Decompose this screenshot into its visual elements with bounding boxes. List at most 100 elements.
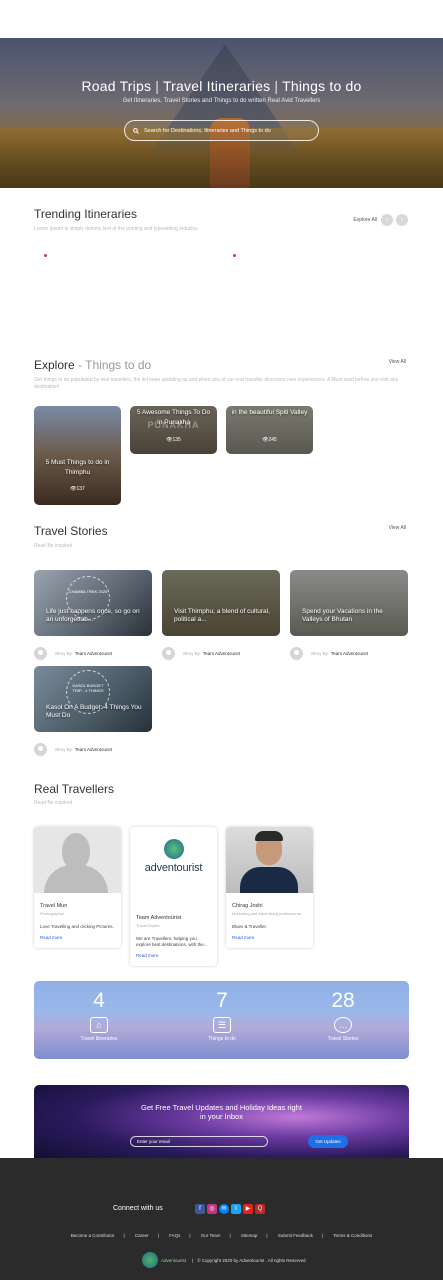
footer-link[interactable]: Our Team: [201, 1233, 221, 1238]
story-author-2: Story By Team Adventourist: [162, 647, 240, 660]
footer-link[interactable]: Sitemap: [241, 1233, 258, 1238]
traveller-card-3[interactable]: Chirag Joshi Marketing and Advertising p…: [226, 827, 313, 948]
explore-card-views: 👁137: [70, 486, 85, 492]
explore-card-views: 👁245: [262, 437, 277, 443]
connect-label: Connect with us: [113, 1205, 163, 1212]
story-card-title: Kasol On A Budget: 4 Things You Must Do: [46, 704, 142, 719]
globe-icon: [163, 839, 184, 859]
hero-title: Road Trips | Travel Itineraries | Things…: [81, 78, 362, 94]
messenger-icon[interactable]: ✉: [219, 1204, 229, 1214]
instagram-icon[interactable]: ◎: [207, 1204, 217, 1214]
stat-label: Travel Itineraries: [80, 1036, 118, 1042]
trending-loader-dot: [44, 254, 47, 257]
story-author-name[interactable]: Team Adventourist: [331, 651, 368, 656]
map-icon: ⌂: [90, 1017, 108, 1033]
newsletter-email-input[interactable]: [130, 1136, 268, 1147]
avatar: [34, 743, 47, 756]
quora-icon[interactable]: Q: [255, 1204, 265, 1214]
traveller-role: Travel Expert: [136, 923, 160, 928]
twitter-icon[interactable]: t: [231, 1204, 241, 1214]
footer-link[interactable]: Career: [135, 1233, 149, 1238]
trending-prev-button[interactable]: ‹: [381, 214, 393, 226]
stories-view-all-link[interactable]: View All: [389, 525, 406, 531]
youtube-icon[interactable]: ▶: [243, 1204, 253, 1214]
read-more-link[interactable]: Read more: [136, 953, 211, 958]
facebook-icon[interactable]: f: [195, 1204, 205, 1214]
travellers-subtitle: Read Be inspired: [34, 800, 73, 806]
explore-view-all-link[interactable]: View All: [389, 359, 406, 365]
footer-link[interactable]: Become a Contributor: [71, 1233, 115, 1238]
traveller-card-2[interactable]: adventourist Team Adventourist Travel Ex…: [130, 827, 217, 966]
story-card-3[interactable]: Spend your Vacations in the Valleys of B…: [290, 570, 408, 636]
company-logo: adventourist: [130, 839, 217, 905]
explore-card-thimphu[interactable]: 5 Must Things to do in Thimphu 👁137: [34, 406, 121, 505]
get-updates-button[interactable]: Get Updates: [308, 1135, 348, 1148]
story-card-title: Spend your Vacations in the Valleys of B…: [302, 608, 383, 623]
explore-card-punakha[interactable]: 5 Awesome Things To Do In Punakha PUNAKH…: [130, 406, 217, 454]
trending-next-button[interactable]: ›: [396, 214, 408, 226]
brand-name: Adventourist: [161, 1257, 187, 1263]
stat-itineraries[interactable]: 4 ⌂ Travel Itineraries: [54, 989, 144, 1042]
copyright: Adventourist | © Copyright 2020 by Adven…: [142, 1252, 306, 1268]
explore-title-accent: - Things to do: [78, 358, 152, 372]
avatar: [226, 827, 313, 893]
stat-label: Travel Stories: [327, 1036, 359, 1042]
story-card-4[interactable]: KASOL BUDGET TRIP - 4 THINGS Kasol On A …: [34, 666, 152, 732]
traveller-name: Chirag Joshi: [232, 903, 263, 909]
stats-banner: 4 ⌂ Travel Itineraries 7 ☰ Things to do …: [34, 981, 409, 1059]
story-author-name[interactable]: Team Adventourist: [75, 747, 112, 752]
traveller-bio: Love Travelling and clicking Pictures.: [40, 924, 114, 929]
brand-logo-icon[interactable]: [142, 1252, 158, 1268]
explore-card-overlay-text: PUNAKHA: [147, 420, 200, 430]
travellers-title: Real Travellers: [34, 782, 115, 796]
footer: Connect with us f ◎ ✉ t ▶ Q Become a Con…: [0, 1158, 443, 1280]
traveller-bio: Blues & Traveller.: [232, 924, 268, 929]
story-author-1: Story By Team Adventourist: [34, 647, 112, 660]
footer-link[interactable]: Submit Feedback: [278, 1233, 313, 1238]
search-icon: [133, 127, 139, 134]
footer-links: Become a Contributor | Career | FAQs | Our …: [70, 1233, 373, 1238]
stories-subtitle: Read Be inspired: [34, 543, 73, 549]
footer-link[interactable]: FAQs: [169, 1233, 180, 1238]
avatar: [34, 647, 47, 660]
traveller-card-1[interactable]: Travel Mun Photographer Love Travelling …: [34, 827, 121, 948]
explore-title: Explore - Things to do: [34, 358, 151, 372]
traveller-role: Marketing and Advertising professional: [232, 911, 301, 916]
trending-subtitle: Lorem Ipsum is simply dummy text of the …: [34, 226, 198, 232]
newsletter-banner: Get Free Travel Updates and Holiday Idea…: [34, 1085, 409, 1165]
hero-search-input[interactable]: [144, 127, 304, 134]
explore-card-title: 5 Must Things to do in Thimphu: [45, 459, 110, 476]
hero-title-itineraries[interactable]: Travel Itineraries: [163, 78, 270, 94]
checklist-icon: ☰: [213, 1017, 231, 1033]
copyright-text: © Copyright 2020 by Adventourist . All r…: [197, 1257, 306, 1263]
trending-loader-dot: [233, 254, 236, 257]
story-author-name[interactable]: Team Adventourist: [75, 651, 112, 656]
footer-link[interactable]: Terms & Conditions: [333, 1233, 372, 1238]
story-card-2[interactable]: Visit Thimphu, a blend of cultural, poli…: [162, 570, 280, 636]
stat-stories[interactable]: 28 … Travel Stories: [298, 989, 388, 1042]
explore-card-spiti[interactable]: in the beautiful Spiti Valley 👁245: [226, 406, 313, 454]
read-more-link[interactable]: Read more: [232, 935, 307, 940]
hero-title-things-to-do[interactable]: Things to do: [282, 78, 361, 94]
read-more-link[interactable]: Read more: [40, 935, 115, 940]
avatar: [162, 647, 175, 660]
explore-title-main: Explore: [34, 358, 75, 372]
trending-title: Trending Itineraries: [34, 207, 137, 221]
story-card-1[interactable]: CHAMBA TREK 2020 Life just happens once,…: [34, 570, 152, 636]
traveller-name: Team Adventourist: [136, 915, 182, 921]
story-author-4: Story By Team Adventourist: [34, 743, 112, 756]
traveller-bio: We are Travellers, helping you explore b…: [136, 936, 208, 947]
page: Road Trips | Travel Itineraries | Things…: [0, 0, 443, 1280]
story-card-title: Life just happens once, so go on an unfo…: [46, 608, 140, 623]
hero-title-road-trips[interactable]: Road Trips: [81, 78, 151, 94]
avatar: [34, 827, 121, 893]
explore-card-views: 👁135: [166, 437, 181, 443]
story-author-name[interactable]: Team Adventourist: [203, 651, 240, 656]
stat-things-to-do[interactable]: 7 ☰ Things to do: [177, 989, 267, 1042]
hero-search-box[interactable]: [124, 120, 319, 141]
stat-number: 7: [216, 989, 228, 1012]
explore-all-link[interactable]: Explore All: [353, 217, 377, 223]
stat-number: 4: [93, 989, 105, 1012]
stories-title: Travel Stories: [34, 524, 108, 538]
story-author-3: Story By Team Adventourist: [290, 647, 368, 660]
